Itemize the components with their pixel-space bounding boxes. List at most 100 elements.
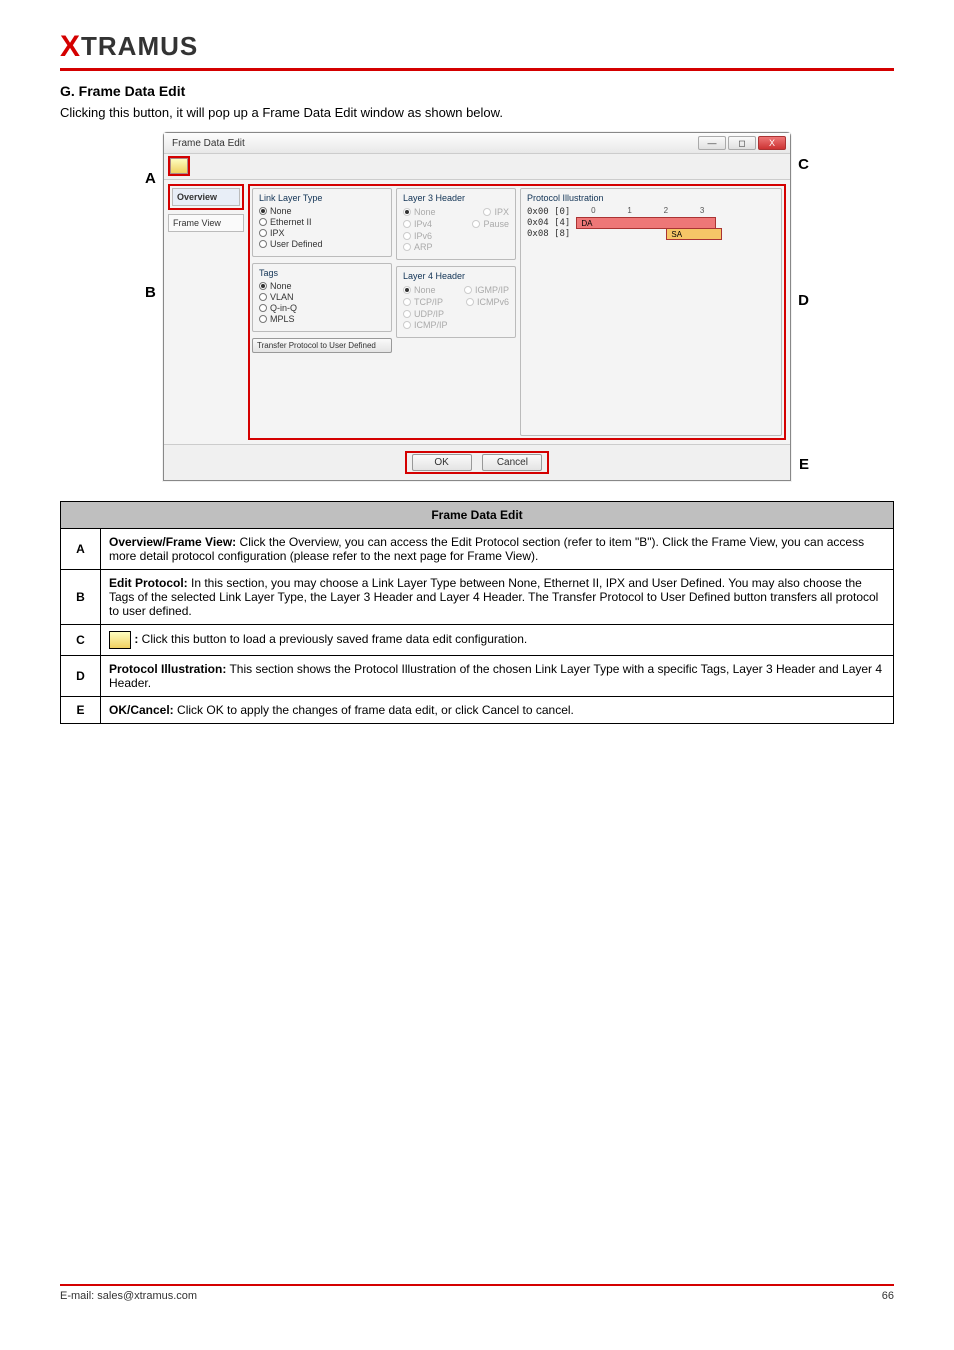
opt-ipx[interactable]: IPX [270,228,285,238]
opt-l3-pause: Pause [483,219,509,229]
radio-icon [403,298,411,306]
transfer-protocol-button[interactable]: Transfer Protocol to User Defined [252,338,392,353]
radio-icon [403,310,411,318]
radio-icon [466,298,474,306]
opt-l3-arp: ARP [414,242,433,252]
opt-l4-igmp: IGMP/IP [475,285,509,295]
page-number: 66 [882,1290,894,1302]
radio-icon[interactable] [259,207,267,215]
window-close-button[interactable]: X [758,136,786,150]
callout-c: C [798,156,809,173]
open-file-icon[interactable] [170,158,188,174]
opt-user-defined[interactable]: User Defined [270,239,323,249]
section-title: G. Frame Data Edit [60,83,894,99]
group-tags: Tags None VLAN Q-in-Q MPLS [252,263,392,332]
opt-qinq[interactable]: Q-in-Q [270,303,297,313]
opt-l3-none: None [414,207,436,217]
dialog-title: Frame Data Edit [172,138,245,149]
table-desc-B: Edit Protocol: In this section, you may … [101,570,894,625]
highlight-main-panels: Link Layer Type None Ethernet II IPX Use… [248,184,786,440]
radio-icon [403,220,411,228]
table-desc-A: Overview/Frame View: Click the Overview,… [101,529,894,570]
table-header: Frame Data Edit [61,502,894,529]
brand-logo: XTRAMUS [60,30,894,64]
illu-scale-3: 3 [685,206,719,215]
tab-frame-view[interactable]: Frame View [168,214,244,232]
radio-icon [403,243,411,251]
opt-ethernet-ii[interactable]: Ethernet II [270,217,312,227]
illu-scale-0: 0 [576,206,610,215]
table-desc-C: : Click this button to load a previously… [101,625,894,656]
radio-icon[interactable] [259,304,267,312]
opt-l4-none: None [414,285,436,295]
group-layer4: Layer 4 Header None IGMP/IP TCP/IP ICMPv… [396,266,516,338]
illu-row-1: 0x04 [4] [527,218,570,228]
cancel-button[interactable]: Cancel [482,454,542,471]
tab-overview[interactable]: Overview [172,188,240,206]
opt-vlan[interactable]: VLAN [270,292,294,302]
callout-d: D [798,292,809,309]
opt-l3-ipv4: IPv4 [414,219,432,229]
opt-mpls[interactable]: MPLS [270,314,295,324]
table-key-D: D [61,656,101,697]
radio-icon[interactable] [259,293,267,301]
illu-row-0: 0x00 [0] [527,207,570,217]
table-key-C: C [61,625,101,656]
radio-icon[interactable] [259,229,267,237]
opt-l4-icmpv6: ICMPv6 [477,297,509,307]
logo-x: X [60,30,81,63]
opt-none[interactable]: None [270,206,292,216]
highlight-sidebar: Overview [168,184,244,210]
open-file-icon [109,631,131,649]
radio-icon[interactable] [259,315,267,323]
opt-l4-udp: UDP/IP [414,309,444,319]
dialog-titlebar: Frame Data Edit — ◻ X [164,133,790,154]
highlight-import-icon [168,156,190,176]
opt-tags-none[interactable]: None [270,281,292,291]
radio-icon[interactable] [259,282,267,290]
callout-a: A [145,170,156,187]
callout-b: B [145,284,156,301]
callout-e: E [799,456,809,473]
group-title: Layer 3 Header [403,193,509,203]
radio-icon[interactable] [259,218,267,226]
highlight-footer-buttons: OK Cancel [405,451,550,474]
radio-icon [464,286,472,294]
opt-l4-tcp: TCP/IP [414,297,443,307]
group-title: Tags [259,268,385,278]
window-minimize-button[interactable]: — [698,136,726,150]
opt-l3-ipv6: IPv6 [414,231,432,241]
radio-icon[interactable] [259,240,267,248]
radio-icon [403,286,411,294]
opt-l4-icmp: ICMP/IP [414,320,448,330]
group-title: Link Layer Type [259,193,385,203]
logo-rest: TRAMUS [81,31,198,61]
table-key-B: B [61,570,101,625]
illu-scale-1: 1 [613,206,647,215]
table-key-A: A [61,529,101,570]
description-table: Frame Data Edit AOverview/Frame View: Cl… [60,501,894,724]
table-key-E: E [61,697,101,724]
frame-data-edit-dialog: Frame Data Edit — ◻ X Overview [163,132,791,481]
table-desc-D: Protocol Illustration: This section show… [101,656,894,697]
ok-button[interactable]: OK [412,454,472,471]
illu-scale-2: 2 [649,206,683,215]
footer-email: E-mail: sales@xtramus.com [60,1290,197,1302]
opt-l3-ipx: IPX [494,207,509,217]
radio-icon [403,232,411,240]
group-protocol-illustration: Protocol Illustration 0x00 [0] 0x04 [4] … [520,188,782,436]
radio-icon [403,321,411,329]
group-layer3: Layer 3 Header None IPX IPv4 Pause IPv6 [396,188,516,260]
radio-icon [483,208,491,216]
top-divider [60,68,894,71]
group-title: Protocol Illustration [527,193,775,203]
group-link-layer-type: Link Layer Type None Ethernet II IPX Use… [252,188,392,257]
intro-text: Clicking this button, it will pop up a F… [60,105,894,120]
illu-row-2: 0x08 [8] [527,229,570,239]
window-maximize-button[interactable]: ◻ [728,136,756,150]
dialog-toolbar [164,154,790,180]
radio-icon [403,208,411,216]
illu-sa-bar: SA [666,228,722,240]
group-title: Layer 4 Header [403,271,509,281]
table-desc-E: OK/Cancel: Click OK to apply the changes… [101,697,894,724]
